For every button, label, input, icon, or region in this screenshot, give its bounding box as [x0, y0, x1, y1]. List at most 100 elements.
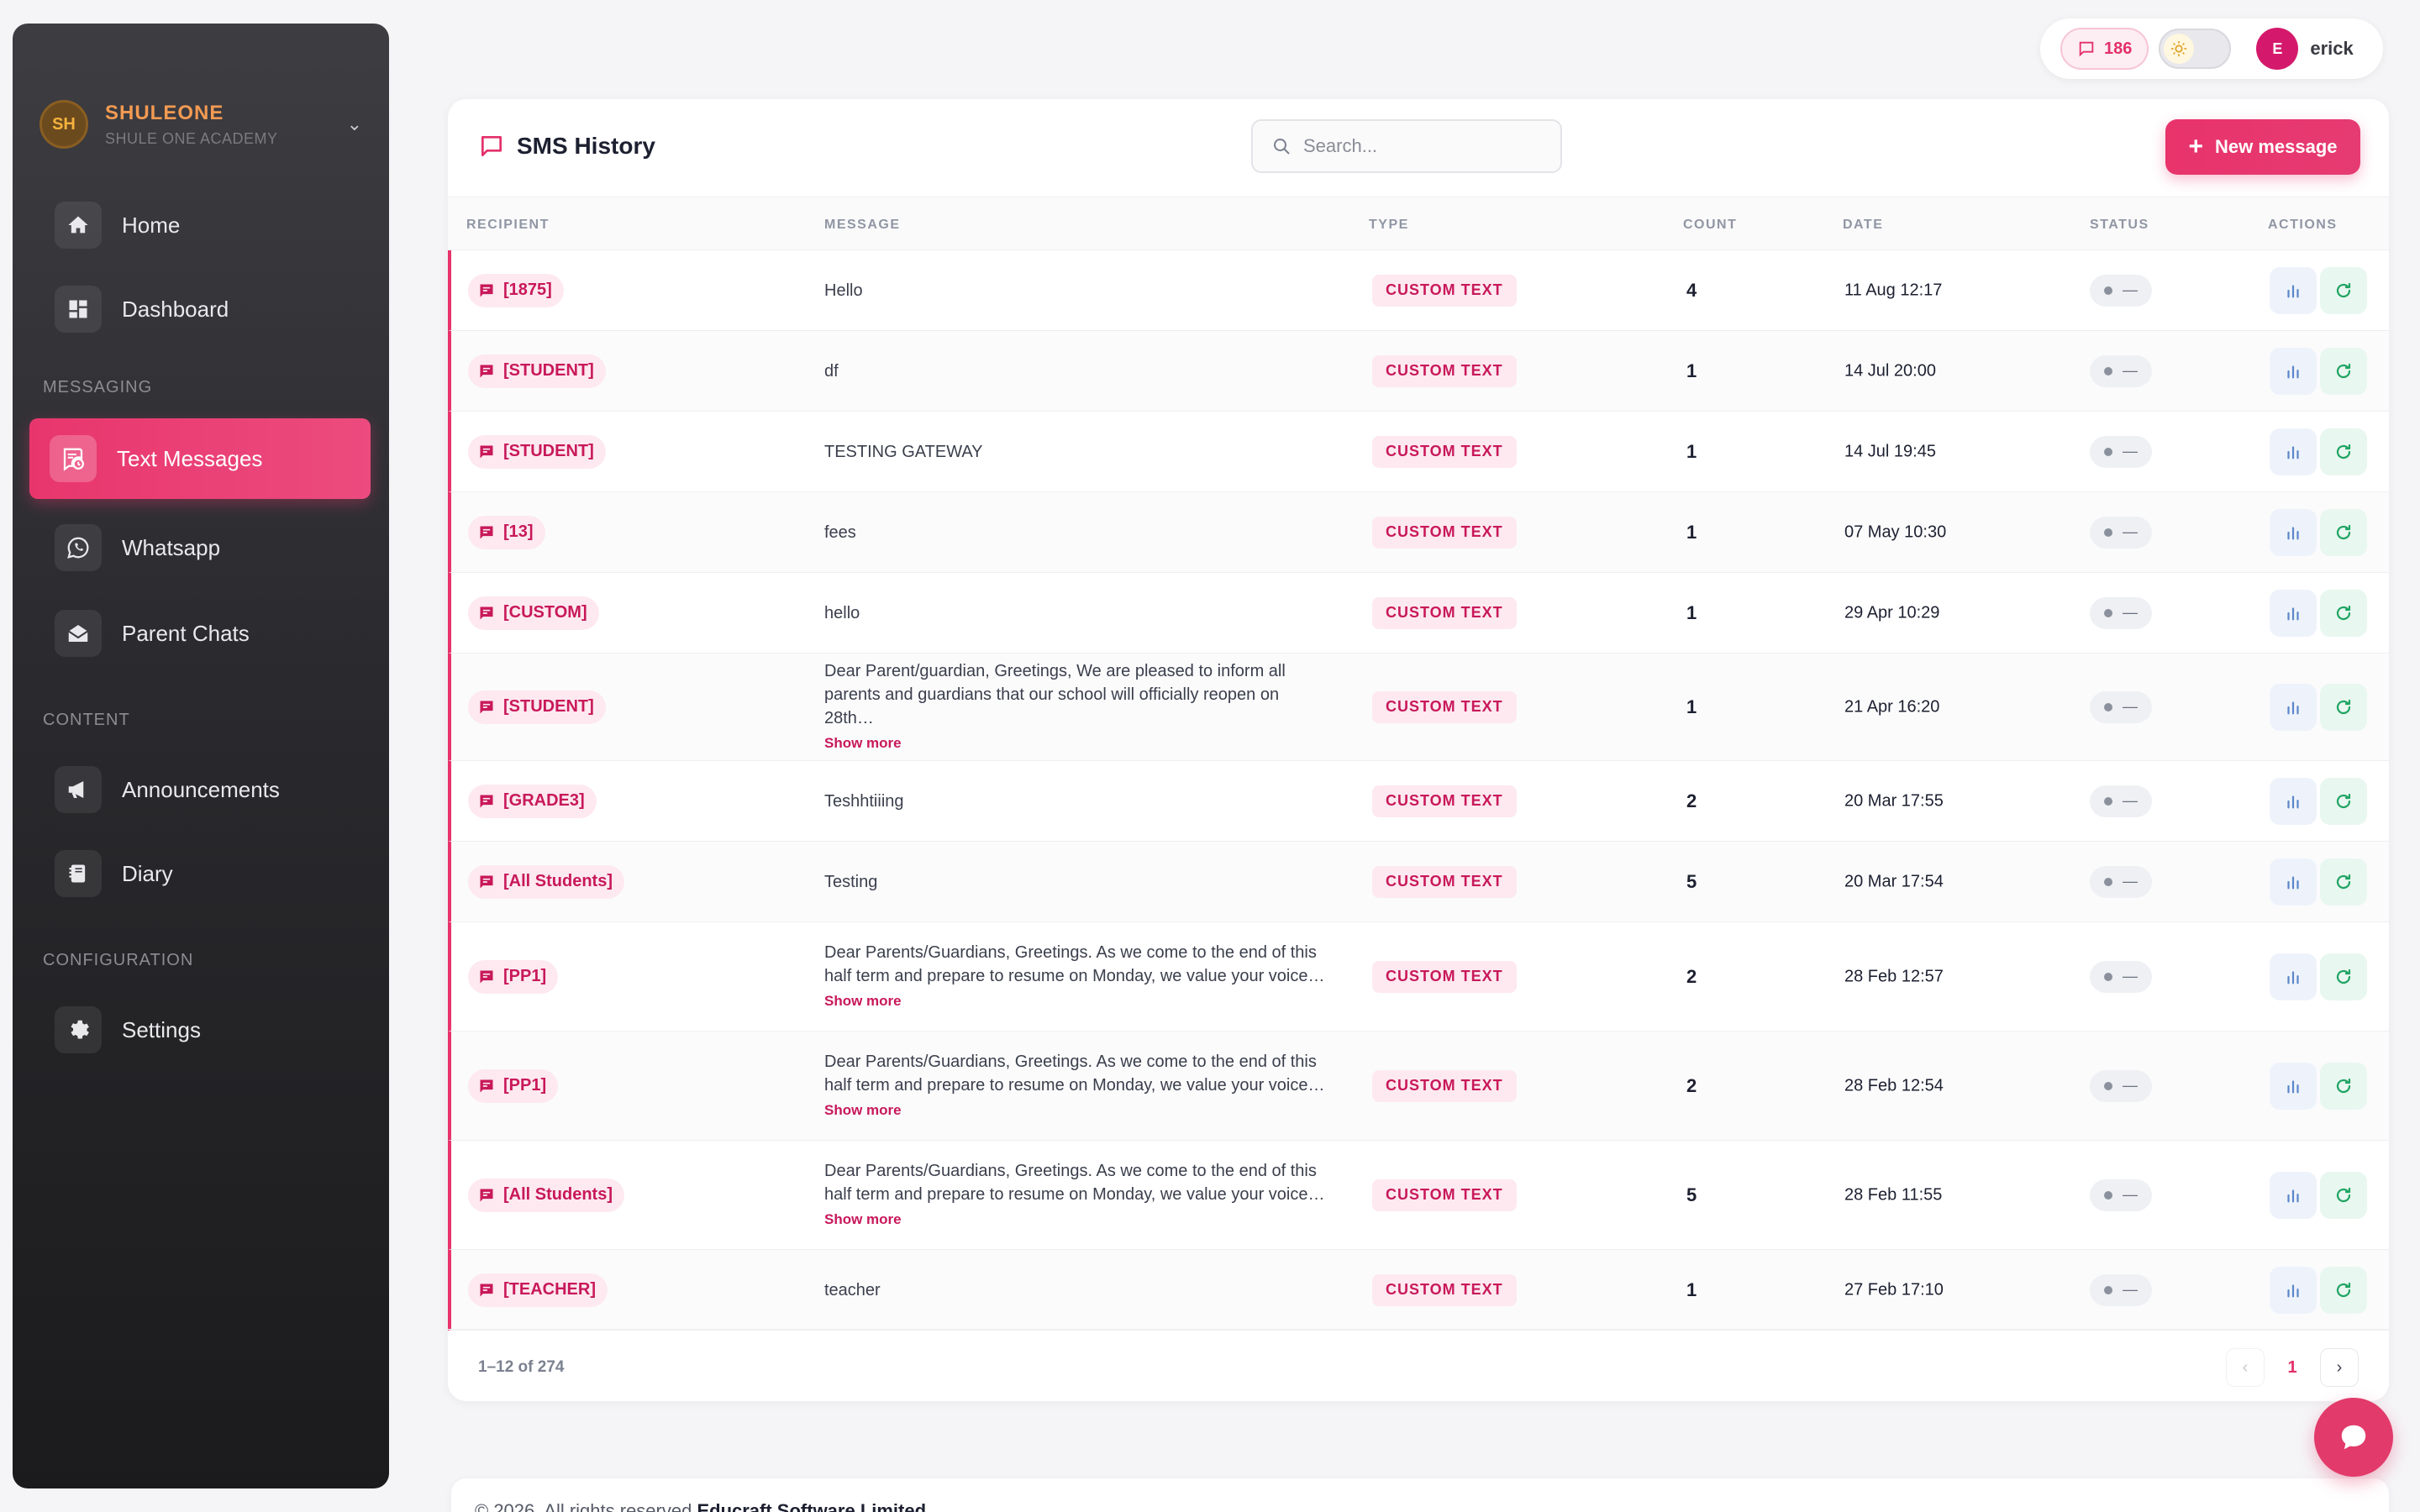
- stats-button[interactable]: [2270, 589, 2317, 637]
- recipient-badge: [13]: [468, 515, 545, 549]
- resend-button[interactable]: [2320, 589, 2367, 637]
- sent-date: 11 Aug 12:17: [1844, 281, 1943, 299]
- stats-button[interactable]: [2270, 683, 2317, 731]
- resend-button[interactable]: [2320, 508, 2367, 556]
- resend-button[interactable]: [2320, 953, 2367, 1000]
- refresh-icon: [2336, 699, 2351, 714]
- stats-button[interactable]: [2270, 1171, 2317, 1219]
- chat-fab-button[interactable]: [2314, 1398, 2393, 1477]
- sidebar-item-parent-chats[interactable]: Parent Chats: [29, 593, 371, 674]
- user-name[interactable]: erick: [2310, 38, 2353, 60]
- stats-button[interactable]: [2270, 858, 2317, 906]
- stats-button[interactable]: [2270, 266, 2317, 314]
- column-header-type[interactable]: TYPE: [1369, 218, 1409, 233]
- table-row[interactable]: [STUDENT] Dear Parent/guardian, Greetings…: [448, 654, 2389, 761]
- company-link[interactable]: Educraft Software Limited: [697, 1500, 926, 1512]
- page-number-button[interactable]: 1: [2273, 1348, 2312, 1387]
- table-row[interactable]: [STUDENT] TESTING GATEWAY CUSTOM TEXT 1 14 J…: [448, 412, 2389, 492]
- stats-button[interactable]: [2270, 428, 2317, 475]
- search-icon: [1274, 139, 1290, 155]
- sidebar-item-announcements[interactable]: Announcements: [29, 749, 371, 830]
- resend-button[interactable]: [2320, 683, 2367, 731]
- theme-toggle[interactable]: [2159, 29, 2232, 69]
- stats-button[interactable]: [2270, 1266, 2317, 1314]
- stats-button[interactable]: [2270, 347, 2317, 395]
- resend-button[interactable]: [2320, 777, 2367, 825]
- column-header-date[interactable]: DATE: [1843, 218, 1883, 233]
- stats-button[interactable]: [2270, 508, 2317, 556]
- show-more-link[interactable]: Show more: [824, 990, 1328, 1013]
- sent-date: 14 Jul 20:00: [1844, 361, 1936, 380]
- table-row[interactable]: [PP1] Dear Parents/Guardians, Greetings. …: [448, 1032, 2389, 1141]
- home-icon: [55, 202, 102, 249]
- status-badge: —: [2090, 690, 2152, 723]
- chat-icon: [481, 136, 502, 156]
- page-title: SMS History: [478, 133, 655, 160]
- sidebar-item-whatsapp[interactable]: Whatsapp: [29, 507, 371, 588]
- copyright-text: © 2026. All rights reserved: [475, 1500, 697, 1512]
- resend-button[interactable]: [2320, 347, 2367, 395]
- column-header-recipient[interactable]: RECIPIENT: [466, 218, 550, 233]
- sent-date: 07 May 10:30: [1844, 522, 1947, 541]
- resend-button[interactable]: [2320, 1266, 2367, 1314]
- column-header-message[interactable]: MESSAGE: [824, 218, 901, 233]
- table-row[interactable]: [PP1] Dear Parents/Guardians, Greetings. …: [448, 922, 2389, 1032]
- message-icon: [480, 284, 493, 297]
- resend-button[interactable]: [2320, 428, 2367, 475]
- pagination-range: 1–12 of 274: [478, 1358, 565, 1376]
- resend-button[interactable]: [2320, 1062, 2367, 1110]
- user-avatar[interactable]: E: [2256, 28, 2299, 70]
- search-box[interactable]: [1251, 119, 1562, 173]
- table-row[interactable]: [All Students] Dear Parents/Guardians, Gr…: [448, 1141, 2389, 1250]
- resend-button[interactable]: [2320, 266, 2367, 314]
- recipient-badge: [PP1]: [468, 959, 559, 994]
- type-badge: CUSTOM TEXT: [1372, 1179, 1517, 1211]
- stats-button[interactable]: [2270, 953, 2317, 1000]
- sidebar-item-home[interactable]: Home: [29, 185, 371, 265]
- column-header-count[interactable]: COUNT: [1683, 218, 1737, 233]
- show-more-link[interactable]: Show more: [824, 1099, 1328, 1122]
- new-message-button[interactable]: + New message: [2165, 119, 2360, 175]
- sidebar-item-label: Settings: [122, 1016, 201, 1042]
- message-preview: hello: [824, 603, 860, 622]
- school-name: SHULEONE: [105, 101, 224, 124]
- stats-button[interactable]: [2270, 1062, 2317, 1110]
- stats-button[interactable]: [2270, 777, 2317, 825]
- resend-button[interactable]: [2320, 858, 2367, 906]
- table-row[interactable]: [GRADE3] Teshhtiiing CUSTOM TEXT 2 20 Mar 17…: [448, 761, 2389, 842]
- school-switcher[interactable]: SH SHULEONE SHULE ONE ACADEMY ⌄: [39, 91, 362, 158]
- status-badge: —: [2090, 960, 2152, 993]
- sidebar-item-label: Home: [122, 212, 181, 238]
- type-badge: CUSTOM TEXT: [1372, 865, 1517, 898]
- chat-bubble-icon: [2341, 1425, 2366, 1450]
- search-input[interactable]: [1303, 135, 1539, 157]
- sidebar-item-text-messages[interactable]: Text Messages: [29, 418, 371, 499]
- bar-chart-icon: [2287, 875, 2299, 889]
- table-row[interactable]: [STUDENT] df CUSTOM TEXT 1 14 Jul 20:00 —: [448, 331, 2389, 412]
- show-more-link[interactable]: Show more: [824, 732, 1328, 755]
- table-row[interactable]: [13] fees CUSTOM TEXT 1 07 May 10:30 —: [448, 492, 2389, 573]
- sidebar-item-diary[interactable]: Diary: [29, 833, 371, 914]
- sidebar-item-dashboard[interactable]: Dashboard: [29, 269, 371, 349]
- message-count: 2: [1686, 1074, 1697, 1096]
- message-count: 2: [1686, 790, 1697, 811]
- bar-chart-icon: [2287, 1189, 2299, 1202]
- sidebar-item-label: Diary: [122, 860, 173, 886]
- next-page-button[interactable]: ›: [2320, 1348, 2359, 1387]
- table-row[interactable]: [TEACHER] teacher CUSTOM TEXT 1 27 Feb 17:10…: [448, 1250, 2389, 1331]
- resend-button[interactable]: [2320, 1171, 2367, 1219]
- status-badge: —: [2090, 274, 2152, 307]
- table-row[interactable]: [CUSTOM] hello CUSTOM TEXT 1 29 Apr 10:29 —: [448, 573, 2389, 654]
- show-more-link[interactable]: Show more: [824, 1208, 1328, 1231]
- table-row[interactable]: [1875] Hello CUSTOM TEXT 4 11 Aug 12:17 —: [448, 250, 2389, 331]
- status-dot: [2104, 366, 2112, 375]
- column-header-status[interactable]: STATUS: [2090, 218, 2149, 233]
- status-dot: [2104, 1285, 2112, 1294]
- message-count-button[interactable]: 186: [2060, 28, 2149, 70]
- sidebar-item-settings[interactable]: Settings: [29, 990, 371, 1070]
- table-footer: 1–12 of 274 ‹ 1 ›: [448, 1329, 2389, 1401]
- table-row[interactable]: [All Students] Testing CUSTOM TEXT 5 20 Mar …: [448, 842, 2389, 922]
- page-footer: © 2026. All rights reserved Educraft Sof…: [451, 1478, 2389, 1512]
- prev-page-button[interactable]: ‹: [2226, 1348, 2265, 1387]
- message-count: 1: [1686, 521, 1697, 543]
